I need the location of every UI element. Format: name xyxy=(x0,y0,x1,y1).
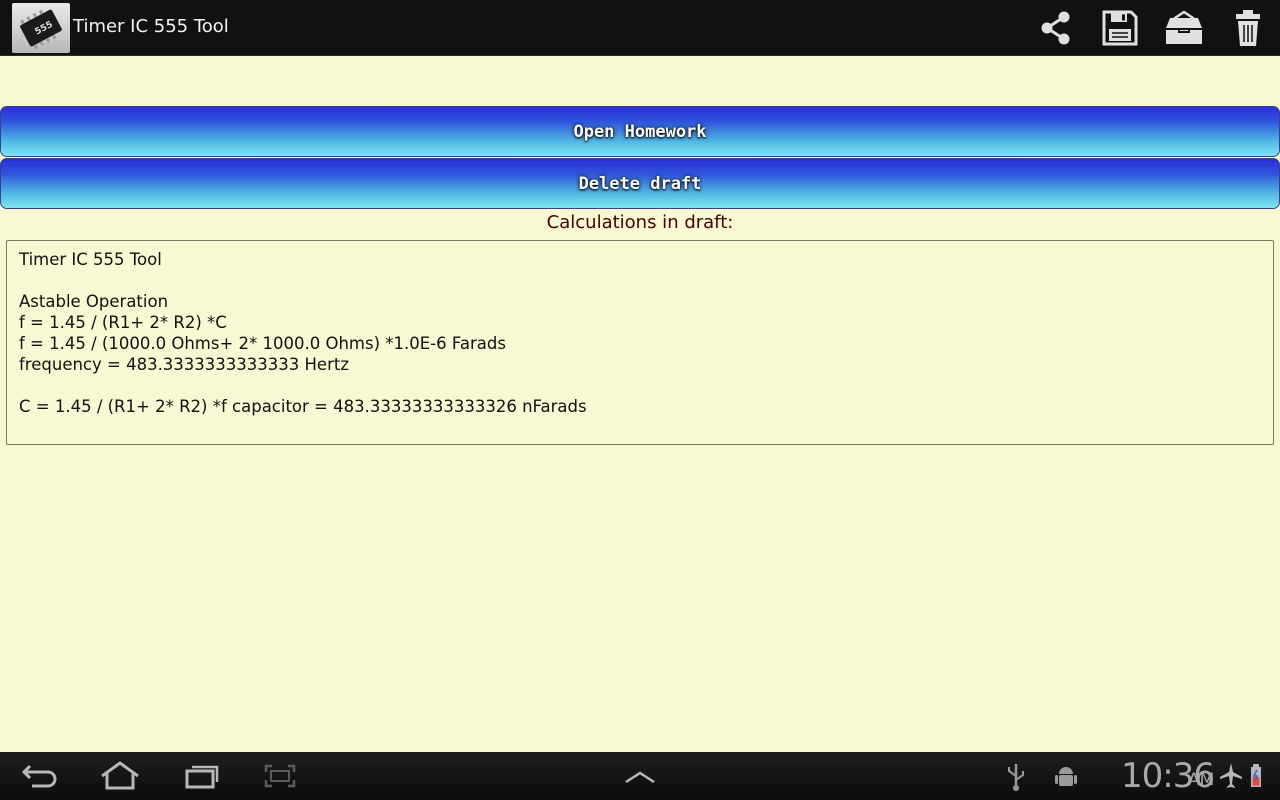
action-bar: 555 Timer IC 555 Tool xyxy=(0,0,1280,56)
draft-line: Timer IC 555 Tool xyxy=(19,250,162,269)
screenshot-icon xyxy=(264,764,296,788)
draft-line: C = 1.45 / (R1+ 2* R2) *f capacitor = 48… xyxy=(19,397,587,416)
screenshot-button[interactable] xyxy=(256,756,304,796)
clock-ampm: AM xyxy=(1188,770,1215,790)
draft-line xyxy=(19,375,1261,396)
draft-text-area[interactable]: Timer IC 555 Tool Astable Operation f = … xyxy=(6,240,1274,445)
draft-line xyxy=(19,270,1261,291)
android-debug-icon xyxy=(1055,767,1077,786)
draft-line: f = 1.45 / (R1+ 2* R2) *C xyxy=(19,313,227,332)
draft-label: Calculations in draft: xyxy=(546,212,734,233)
save-icon xyxy=(1102,10,1138,46)
recent-apps-icon xyxy=(185,765,219,789)
save-button[interactable] xyxy=(1096,4,1144,52)
home-button[interactable] xyxy=(96,756,144,796)
share-button[interactable] xyxy=(1032,4,1080,52)
app-title: Timer IC 555 Tool xyxy=(73,16,229,37)
usb-icon xyxy=(1008,764,1024,791)
open-button[interactable] xyxy=(1160,4,1208,52)
chevron-up-icon xyxy=(625,771,655,784)
home-icon xyxy=(101,761,139,790)
back-icon xyxy=(21,764,57,788)
draft-line: f = 1.45 / (1000.0 Ohms+ 2* 1000.0 Ohms)… xyxy=(19,334,506,353)
open-folder-icon xyxy=(1166,10,1202,44)
trash-icon xyxy=(1236,10,1260,46)
battery-icon xyxy=(1251,764,1261,787)
draft-line: frequency = 483.3333333333333 Hertz xyxy=(19,355,349,374)
share-icon xyxy=(1041,11,1070,45)
recent-apps-button[interactable] xyxy=(178,756,226,796)
debug-status xyxy=(1044,756,1088,796)
usb-status xyxy=(994,756,1038,796)
airplane-mode-icon xyxy=(1220,763,1242,788)
delete-draft-button[interactable]: Delete draft xyxy=(0,158,1280,209)
expand-button[interactable] xyxy=(616,756,664,796)
airplane-status xyxy=(1216,756,1246,796)
battery-status xyxy=(1244,756,1268,796)
ic-chip-icon[interactable]: 555 xyxy=(12,3,70,53)
back-button[interactable] xyxy=(16,756,64,796)
delete-button[interactable] xyxy=(1224,4,1272,52)
draft-line: Astable Operation xyxy=(19,292,169,311)
open-homework-button[interactable]: Open Homework xyxy=(0,106,1280,157)
system-nav-bar: 10:36 xyxy=(0,752,1280,800)
